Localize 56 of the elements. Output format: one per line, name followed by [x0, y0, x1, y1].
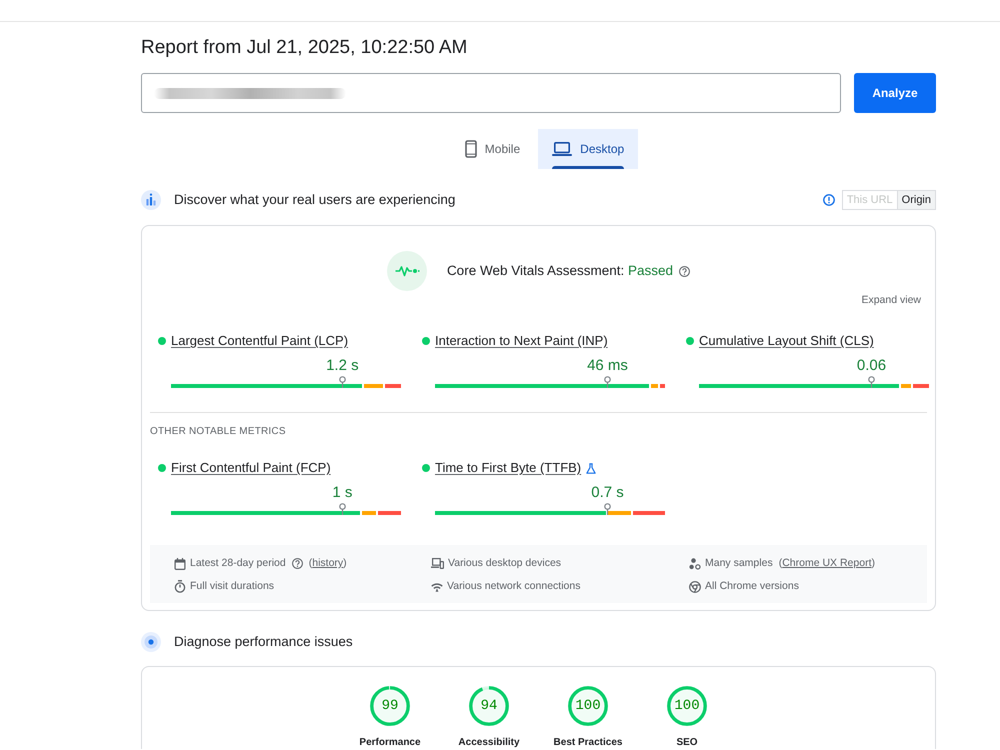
- score-gauge: [667, 686, 707, 726]
- metric-value: 1.2 s: [326, 357, 359, 375]
- metric-link[interactable]: Interaction to Next Paint (INP): [435, 333, 608, 349]
- score-label: Performance: [359, 737, 421, 749]
- info-icon: [822, 194, 835, 206]
- metric-link[interactable]: First Contentful Paint (FCP): [171, 460, 331, 476]
- score-label: Accessibility: [458, 737, 520, 749]
- metric-link[interactable]: Time to First Byte (TTFB): [435, 460, 582, 476]
- device-tab[interactable]: Desktop: [538, 129, 638, 169]
- score-value: 94: [480, 698, 498, 714]
- pulse-icon: [386, 251, 427, 291]
- score-gauge: [370, 686, 410, 726]
- score-gauge: [568, 686, 608, 726]
- calendar-icon: [174, 558, 186, 570]
- score-gauge: [469, 686, 509, 726]
- laptop-icon: [552, 142, 572, 156]
- analyze-button[interactable]: Analyze: [854, 73, 936, 113]
- source-link[interactable]: Chrome UX Report: [782, 556, 872, 569]
- wifi-icon: [431, 582, 443, 592]
- source-note: (history): [308, 556, 347, 570]
- score-label: Best Practices: [554, 737, 622, 749]
- metric-link[interactable]: Cumulative Layout Shift (CLS): [699, 333, 874, 349]
- bar-chart-icon: [141, 190, 161, 210]
- browser-icon: [689, 580, 701, 592]
- phone-icon: [464, 140, 477, 158]
- expand-view-link[interactable]: Expand view: [861, 294, 921, 306]
- info-text: Many samples: [705, 556, 773, 570]
- dots-icon: [689, 558, 701, 570]
- info-text: Latest 28-day period: [190, 556, 286, 570]
- metric-value: 1 s: [332, 484, 352, 502]
- metric-value: 0.06: [856, 357, 886, 375]
- score-label: SEO: [676, 737, 698, 749]
- devices-icon: [431, 558, 444, 569]
- report-title: Report from Jul 21, 2025, 10:22:50 AM: [141, 36, 468, 60]
- subsection-heading: OTHER NOTABLE METRICS: [150, 426, 286, 438]
- score-value: 100: [674, 698, 700, 714]
- help-icon: [679, 266, 690, 276]
- device-tab[interactable]: Mobile: [450, 129, 534, 169]
- info-text: Various desktop devices: [448, 556, 562, 570]
- info-text: All Chrome versions: [705, 580, 799, 594]
- metric-value: 0.7 s: [591, 484, 624, 502]
- url-input-field[interactable]: [141, 73, 841, 113]
- metric-link[interactable]: Largest Contentful Paint (LCP): [171, 333, 348, 349]
- metric-value: 46 ms: [587, 357, 628, 375]
- info-text: Various network connections: [447, 580, 580, 594]
- info-text: Full visit durations: [190, 580, 274, 594]
- source-link[interactable]: history: [312, 556, 344, 569]
- scope-toggle-button[interactable]: Origin: [896, 191, 935, 209]
- source-note: (Chrome UX Report): [778, 556, 875, 570]
- score-value: 100: [575, 698, 601, 714]
- assessment-text: Core Web Vitals Assessment: Passed: [446, 262, 674, 280]
- section-heading: Diagnose performance issues: [174, 634, 353, 650]
- target-icon: [141, 632, 161, 652]
- stopwatch-icon: [174, 580, 186, 593]
- section-heading: Discover what your real users are experiencing: [174, 192, 456, 208]
- score-value: 99: [382, 698, 398, 714]
